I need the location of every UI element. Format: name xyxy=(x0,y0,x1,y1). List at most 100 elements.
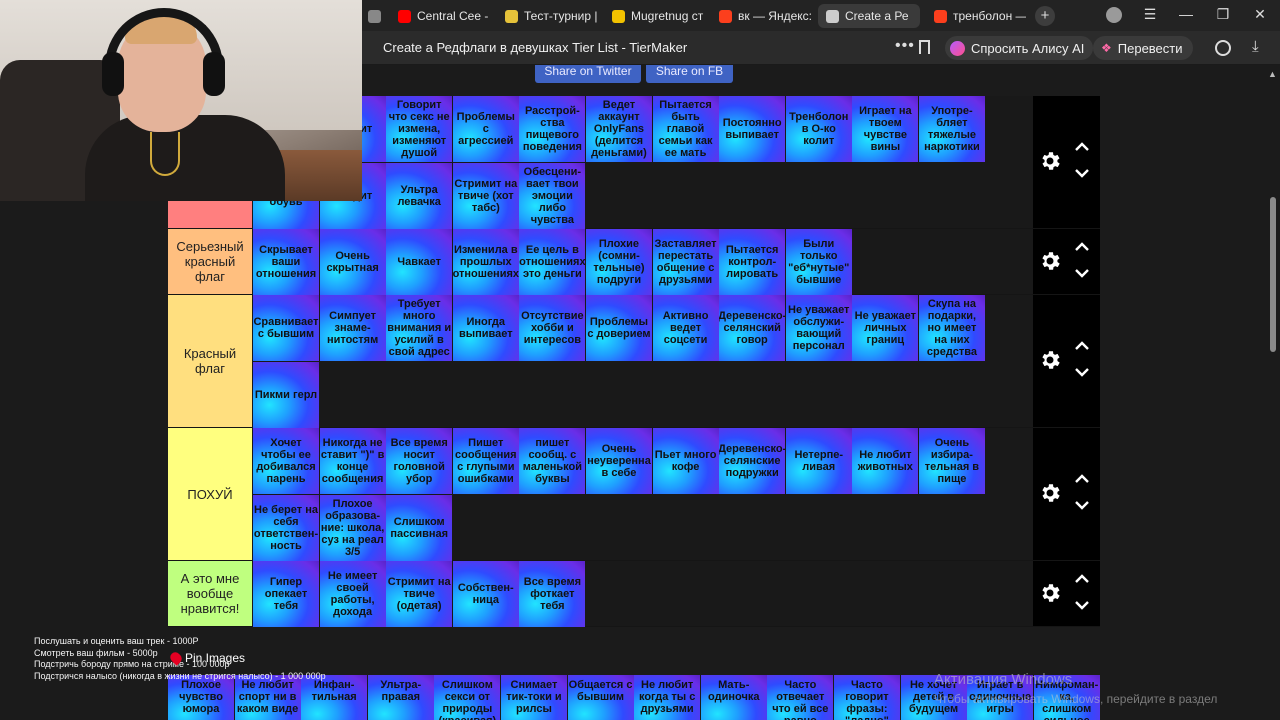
tier-item[interactable]: Были только "еб*нутые" бывшие xyxy=(785,229,852,295)
chevron-down-icon[interactable] xyxy=(1073,166,1091,180)
tier-item[interactable]: Играет на твоем чувстве вины xyxy=(852,96,919,162)
tier-item[interactable]: Скрывает ваши отношения xyxy=(253,229,319,295)
tier-item[interactable]: Пытается быть главой семьи как ее мать xyxy=(652,96,719,162)
tier-item[interactable]: Ведет аккаунт OnlyFans (делится деньгами… xyxy=(585,96,652,162)
tier-item[interactable]: Хочет чтобы ее добивался парень xyxy=(253,428,319,494)
tier-item[interactable]: Отсутствие хобби и интересов xyxy=(519,295,586,361)
tier-label[interactable]: Красный флаг xyxy=(168,295,252,427)
tier-item[interactable]: Деревенско-селянский говор xyxy=(719,295,786,361)
tier-item[interactable]: Стримит на твиче (одетая) xyxy=(386,561,453,627)
bookmark-icon[interactable] xyxy=(919,40,930,54)
tier-item[interactable]: Заставляет перестать общение с друзьями xyxy=(652,229,719,295)
tier-item[interactable]: Обесцени-вает твои эмоции либо чувства xyxy=(519,163,586,229)
tier-item[interactable]: Не уважает обслужи-вающий персонал xyxy=(785,295,852,361)
download-icon[interactable]: ⤓ xyxy=(1252,38,1259,55)
tier-items[interactable]: Сравнивает с бывшим Симпует знаме-нитостя… xyxy=(252,295,1033,428)
tier-item[interactable]: Требует много внимания и усилий в свой а… xyxy=(386,295,453,361)
tier-item[interactable]: Иногда выпивает xyxy=(452,295,519,361)
gear-icon[interactable] xyxy=(1038,149,1062,173)
tier-item[interactable]: Никогда не ставит ")" в конце сообщения xyxy=(319,428,386,494)
tier-item[interactable]: Тренболон в О-ко колит xyxy=(785,96,852,162)
pool-item[interactable]: Мать-одиночка xyxy=(700,675,767,720)
tier-item[interactable]: Постоянно выпивает xyxy=(719,96,786,162)
tier-item[interactable]: Плохие (сомни-тельные) подруги xyxy=(585,229,652,295)
tier-items[interactable]: Скрывает ваши отношения Очень скрытная Чав… xyxy=(252,229,1033,295)
tier-item[interactable]: Проблемы с доверием xyxy=(585,295,652,361)
tier-items[interactable]: Гипер опекает тебя Не имеет своей работы,… xyxy=(252,561,1033,627)
tier-label[interactable]: ПОХУЙ xyxy=(168,428,252,560)
minimize-icon[interactable]: — xyxy=(1176,6,1196,22)
tier-item[interactable]: Ультра левачка xyxy=(386,163,453,229)
tier-label[interactable]: А это мне вообще нравится! xyxy=(168,561,252,626)
browser-tab[interactable]: Create a Ре ✕ xyxy=(818,4,920,28)
close-tab-icon[interactable]: ✕ xyxy=(919,8,920,24)
pool-item[interactable]: Снимает тик-токи и рилсы xyxy=(500,675,567,720)
tier-item[interactable]: Не любит животных xyxy=(852,428,919,494)
chevron-down-icon[interactable] xyxy=(1073,498,1091,512)
menu-icon[interactable]: ☰ xyxy=(1140,6,1160,23)
tier-item[interactable]: Пишет сообщения с глупыми ошибками xyxy=(452,428,519,494)
browser-tab[interactable]: Central Cee - С xyxy=(390,4,490,28)
more-options-icon[interactable]: ••• xyxy=(895,37,915,55)
share-fb-button[interactable]: Share on FB xyxy=(646,65,733,83)
tier-item[interactable]: Симпует знаме-нитостям xyxy=(319,295,386,361)
tier-item[interactable]: Употре-бляет тяжелые наркотики xyxy=(918,96,985,162)
pool-item[interactable]: Слишком секси от природы (красивая) xyxy=(434,675,501,720)
tier-item[interactable]: Деревенско-селянские подружки xyxy=(719,428,786,494)
pool-item[interactable]: Часто говорит фразы: "ладно" xyxy=(833,675,900,720)
tier-item[interactable]: Слишком пассивная xyxy=(386,495,453,561)
tier-item[interactable]: Стримит на твиче (хот табс) xyxy=(452,163,519,229)
chevron-up-icon[interactable] xyxy=(1073,572,1091,586)
chevron-down-icon[interactable] xyxy=(1073,598,1091,612)
ask-alice-button[interactable]: Спросить Алису AI xyxy=(945,36,1094,60)
browser-tab[interactable]: Mugretnug ст xyxy=(604,4,704,28)
pool-item[interactable]: Общается с бывшим xyxy=(567,675,634,720)
tier-item[interactable]: Гипер опекает тебя xyxy=(253,561,319,627)
tier-item[interactable]: Изменила в прошлых отношениях xyxy=(452,229,519,295)
chevron-up-icon[interactable] xyxy=(1073,339,1091,353)
tier-item[interactable]: Плохое образова-ние: школа, суз на реал … xyxy=(319,495,386,561)
tier-item[interactable]: Говорит что секс не измена, изменяют душ… xyxy=(386,96,453,162)
tier-item[interactable]: Пикми герл xyxy=(253,362,319,428)
tier-label[interactable]: Серьезный красный флаг xyxy=(168,229,252,294)
tier-item[interactable]: Сравнивает с бывшим xyxy=(253,295,319,361)
tier-item[interactable]: Очень скрытная xyxy=(319,229,386,295)
tier-item[interactable]: Ее цель в отношениях это деньги xyxy=(519,229,586,295)
page-scrollbar[interactable] xyxy=(1270,197,1276,352)
chevron-up-icon[interactable] xyxy=(1073,240,1091,254)
new-tab-button[interactable]: + xyxy=(1035,6,1055,26)
translate-button[interactable]: ❖ Перевести xyxy=(1093,36,1193,60)
gear-icon[interactable] xyxy=(1038,348,1062,372)
pin-images-button[interactable]: Pin Images xyxy=(168,650,245,666)
share-twitter-button[interactable]: Share on Twitter xyxy=(535,65,641,83)
close-window-icon[interactable]: ✕ xyxy=(1250,6,1270,23)
browser-tab[interactable]: тренболон — xyxy=(926,4,1026,28)
pool-item[interactable]: Часто отвечает что ей все равно xyxy=(767,675,834,720)
tier-item[interactable]: Все время фоткает тебя xyxy=(519,561,586,627)
chevron-up-icon[interactable] xyxy=(1073,472,1091,486)
tier-item[interactable]: Очень избира-тельная в пище xyxy=(918,428,985,494)
pool-item[interactable]: Ультра-правая xyxy=(367,675,434,720)
gear-icon[interactable] xyxy=(1038,481,1062,505)
tier-item[interactable]: Все время носит головной убор xyxy=(386,428,453,494)
tier-item[interactable]: Нетерпе-ливая xyxy=(785,428,852,494)
tier-item[interactable]: Очень неуверенна в себе xyxy=(585,428,652,494)
scroll-up-icon[interactable]: ▲ xyxy=(1268,69,1277,79)
gear-icon[interactable] xyxy=(1038,249,1062,273)
browser-tab[interactable]: ФЛ xyxy=(360,4,384,28)
profile-avatar[interactable] xyxy=(1106,7,1122,23)
tier-item[interactable]: Пытается контрол-лировать xyxy=(719,229,786,295)
tier-item[interactable]: пишет сообщ. с маленькой буквы xyxy=(519,428,586,494)
pool-item[interactable]: Не любит когда ты с друзьями xyxy=(634,675,701,720)
chevron-up-icon[interactable] xyxy=(1073,140,1091,154)
tier-item[interactable]: Чавкает xyxy=(386,229,453,295)
play-icon[interactable] xyxy=(1215,40,1231,56)
maximize-icon[interactable]: ❐ xyxy=(1213,6,1233,23)
tier-item[interactable]: Не имеет своей работы, дохода xyxy=(319,561,386,627)
tier-items[interactable]: Хочет чтобы ее добивался парень Никогда н… xyxy=(252,428,1033,561)
tier-item[interactable]: Не уважает личных границ xyxy=(852,295,919,361)
tier-item[interactable]: Собствен-ница xyxy=(452,561,519,627)
tier-item[interactable]: Расстрой-ства пищевого поведения xyxy=(519,96,586,162)
chevron-down-icon[interactable] xyxy=(1073,266,1091,280)
tier-item[interactable]: Проблемы с агрессией xyxy=(452,96,519,162)
